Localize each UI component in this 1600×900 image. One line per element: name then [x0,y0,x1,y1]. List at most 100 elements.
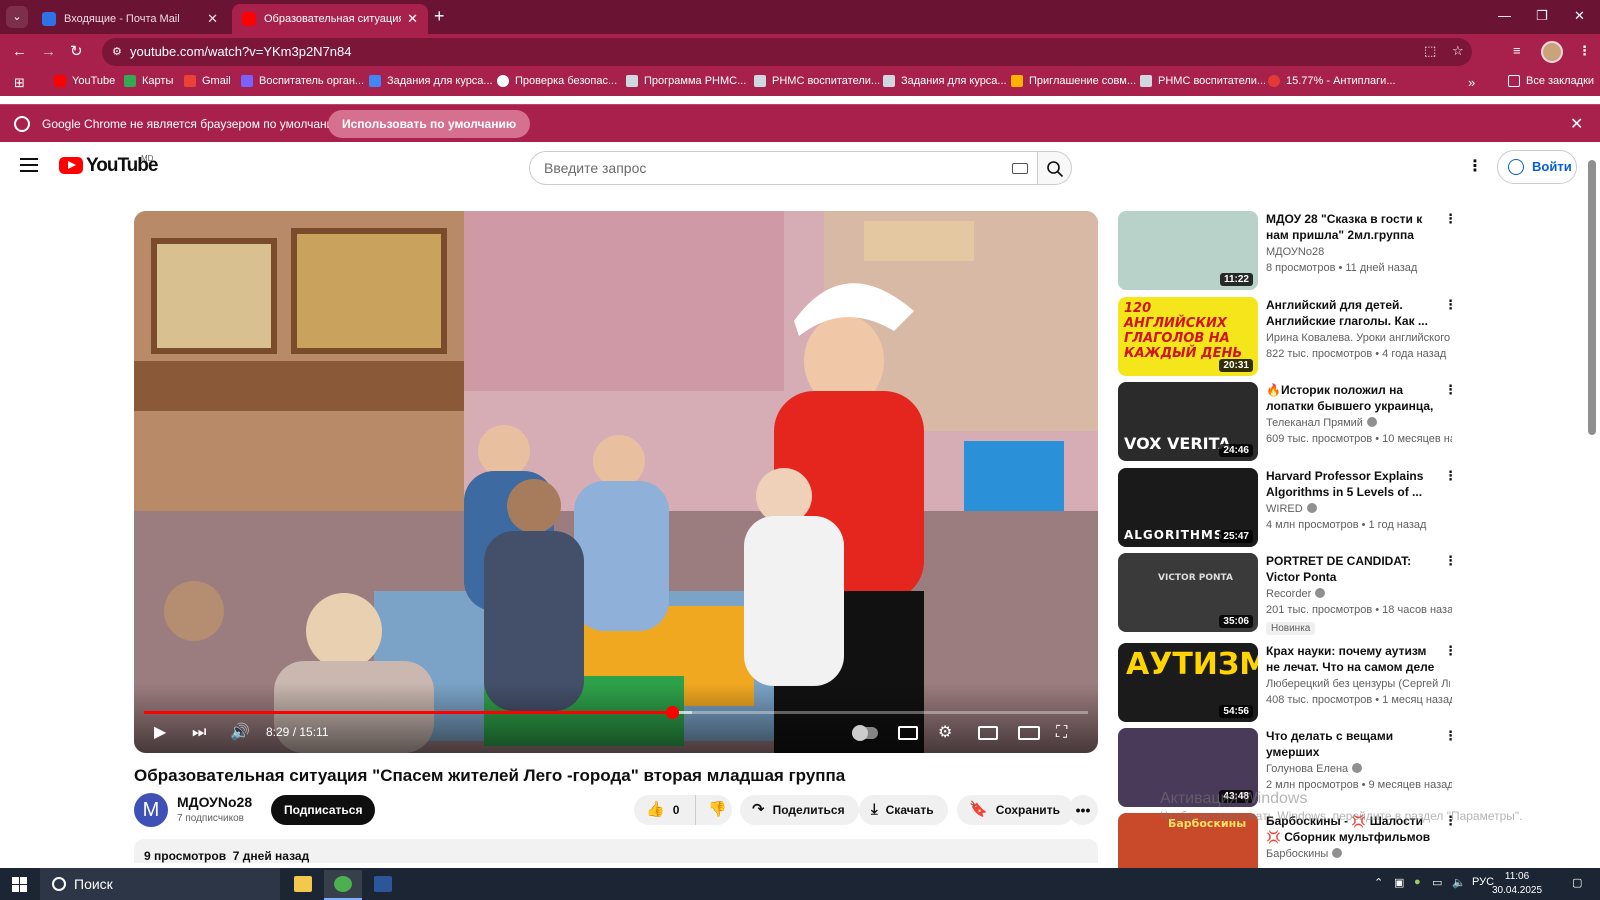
taskbar-word[interactable] [364,870,402,900]
video-options-icon[interactable]: ⋮ [1444,383,1457,396]
search-input[interactable]: Введите запрос [529,151,1038,185]
video-thumbnail[interactable]: ALGORITHMS 25:47 [1118,468,1258,547]
video-title[interactable]: 🔥Историк положил на лопатки бывшего укра… [1266,382,1438,415]
more-bookmarks-icon[interactable]: » [1468,75,1475,90]
subtitles-icon[interactable] [898,726,918,740]
next-icon[interactable]: ⏭ [192,723,206,743]
bookmark-item[interactable]: Воспитатель орган... [241,75,364,87]
theater-mode-icon[interactable] [1018,726,1040,740]
close-tab-icon[interactable]: ✕ [407,11,418,27]
video-options-icon[interactable]: ⋮ [1444,729,1457,742]
settings-kebab-icon[interactable]: ⋮ [1467,159,1483,175]
back-button[interactable]: ← [12,42,27,62]
video-title[interactable]: Что делать с вещами умерших [1266,728,1438,760]
system-clock[interactable]: 11:06 30.04.2025 [1492,870,1542,898]
video-thumbnail[interactable]: VICTOR PONTA 35:06 [1118,553,1258,632]
recommended-video[interactable]: ALGORITHMS 25:47 Harvard Professor Explain… [1118,468,1458,548]
chrome-menu-icon[interactable]: ⋮ [1578,43,1591,59]
video-options-icon[interactable]: ⋮ [1444,644,1457,657]
video-thumbnail[interactable]: 11:22 [1118,211,1258,290]
dislike-button[interactable]: 👎 [695,795,727,825]
forward-button[interactable]: → [41,42,56,62]
network-icon[interactable]: ▭ [1432,876,1442,889]
reload-button[interactable]: ↻ [70,42,83,62]
share-button[interactable]: ↷ Поделиться [740,795,859,825]
video-options-icon[interactable]: ⋮ [1444,298,1457,311]
channel-name[interactable]: Люберецкий без цензуры (Сергей Люб... [1266,678,1450,690]
taskbar-explorer[interactable] [284,870,322,900]
close-tab-icon[interactable]: ✕ [207,11,218,27]
tab-search-button[interactable]: ⌄ [6,6,28,28]
install-app-icon[interactable]: ⬚ [1424,43,1436,59]
recommended-video[interactable]: 120 АНГЛИЙСКИХ ГЛАГОЛОВ НА КАЖДЫЙ ДЕНЬ 20… [1118,297,1458,377]
video-title[interactable]: Крах науки: почему аутизм не лечат. Что … [1266,643,1438,676]
channel-name[interactable]: Телеканал Прямий [1266,417,1450,429]
taskbar-chrome[interactable] [324,870,362,900]
set-default-button[interactable]: Использовать по умолчанию [328,110,531,138]
sign-in-button[interactable]: Войти [1497,150,1577,184]
site-info-icon[interactable]: ⚙ [112,45,126,59]
channel-name[interactable]: Голунова Елена [1266,763,1450,775]
tray-status-icon[interactable]: ● [1414,876,1421,888]
speaker-icon[interactable]: 🔈 [1452,876,1466,889]
bookmark-youtube[interactable]: YouTube [54,75,115,87]
notifications-icon[interactable]: ▢ [1572,876,1582,889]
recommended-video[interactable]: VICTOR PONTA 35:06 PORTRET DE CANDIDAT: Vi… [1118,553,1458,635]
video-options-icon[interactable]: ⋮ [1444,554,1457,567]
download-button[interactable]: ⤓ Скачать [859,795,948,825]
video-options-icon[interactable]: ⋮ [1444,469,1457,482]
channel-name[interactable]: Recorder [1266,588,1450,600]
bookmark-item[interactable]: Проверка безопас... [497,75,617,87]
like-button[interactable]: 👍 0 [646,795,679,825]
video-options-icon[interactable]: ⋮ [1444,212,1457,225]
volume-icon[interactable]: 🔊 [230,723,250,743]
channel-name[interactable]: МДОУNo28 [177,794,252,810]
bookmark-gmail[interactable]: Gmail [184,75,231,87]
video-thumbnail[interactable]: VOX VERITA 24:46 [1118,382,1258,461]
video-title[interactable]: Harvard Professor Explains Algorithms in… [1266,468,1438,500]
new-tab-button[interactable]: + [434,6,445,26]
more-actions-button[interactable]: ••• [1068,795,1098,825]
youtube-logo-icon[interactable] [59,157,83,174]
settings-gear-icon[interactable]: ⚙ [938,723,952,743]
video-thumbnail[interactable]: АУТИЗМ 54:56 [1118,643,1258,722]
bookmark-item[interactable]: 15.77% - Антиплаги... [1268,75,1396,87]
restore-icon[interactable]: ❐ [1536,8,1548,24]
taskbar-search[interactable]: Поиск [40,868,280,900]
bookmark-item[interactable]: РНМС воспитатели... [754,75,880,87]
video-player[interactable]: ▶ ⏭ 🔊 8:29 / 15:11 ⚙ ⛶ [134,211,1098,753]
recommended-video[interactable]: 11:22 МДОУ 28 "Сказка в гости к нам пришл… [1118,211,1458,291]
save-button[interactable]: 🔖 Сохранить [957,795,1074,825]
miniplayer-icon[interactable] [978,726,998,740]
progress-bar[interactable] [144,706,1088,719]
close-window-icon[interactable]: ✕ [1574,8,1585,24]
media-controls-icon[interactable]: ≡ [1513,43,1521,58]
windows-start-icon[interactable] [12,877,27,892]
recommended-video[interactable]: VOX VERITA 24:46 🔥Историк положил на лопат… [1118,382,1458,462]
bookmark-maps[interactable]: Карты [124,75,173,87]
description-box[interactable]: 9 просмотров 7 дней назад [134,839,1098,863]
video-title[interactable]: Английский для детей. Английские глаголы… [1266,297,1438,329]
video-thumbnail[interactable]: 120 АНГЛИЙСКИХ ГЛАГОЛОВ НА КАЖДЫЙ ДЕНЬ 20… [1118,297,1258,376]
channel-name[interactable]: Ирина Ковалева. Уроки английского [1266,332,1450,344]
input-language[interactable]: РУС [1472,876,1494,888]
address-bar[interactable]: ⚙ youtube.com/watch?v=YKm3p2N7n84 ☆ ⬚ [102,38,1472,66]
bookmark-item[interactable]: Задания для курса... [369,75,493,87]
close-icon[interactable]: ✕ [1570,114,1583,134]
bookmark-item[interactable]: РНМС воспитатели... [1140,75,1266,87]
bookmark-item[interactable]: Программа РНМС... [626,75,746,87]
subscribe-button[interactable]: Подписаться [271,795,376,825]
tray-app-icon[interactable]: ▣ [1394,876,1404,889]
play-icon[interactable]: ▶ [154,723,166,743]
video-title[interactable]: PORTRET DE CANDIDAT: Victor Ponta [1266,553,1438,585]
minimize-icon[interactable]: — [1498,8,1511,23]
bookmark-star-icon[interactable]: ☆ [1452,43,1464,59]
channel-avatar[interactable]: M [134,793,168,827]
video-title[interactable]: МДОУ 28 "Сказка в гости к нам пришла" 2м… [1266,211,1438,243]
fullscreen-icon[interactable]: ⛶ [1056,723,1067,743]
profile-avatar[interactable] [1541,41,1563,63]
channel-name[interactable]: МДОУNo28 [1266,246,1450,258]
keyboard-icon[interactable] [1012,163,1028,174]
page-scrollbar[interactable] [1588,160,1596,435]
tray-chevron-icon[interactable]: ⌃ [1374,876,1383,889]
